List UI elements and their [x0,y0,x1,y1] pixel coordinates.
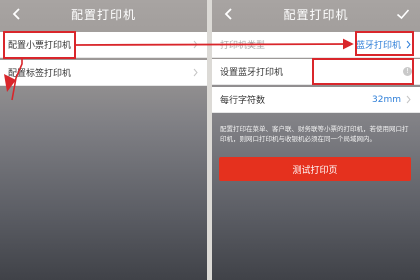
arrow-to-printer-type [75,38,354,50]
annotation-arrows [4,38,354,101]
